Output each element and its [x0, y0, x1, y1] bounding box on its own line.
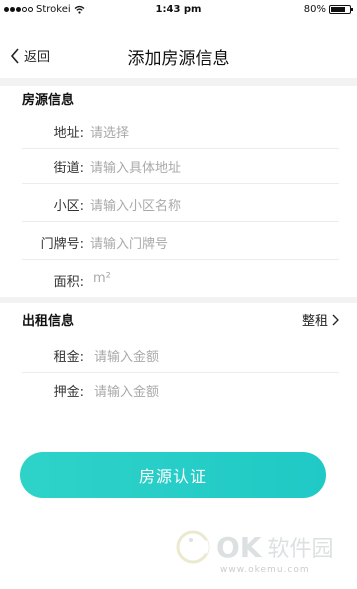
section-divider — [0, 78, 357, 86]
community-row[interactable]: 小区: 请输入小区名称 — [0, 184, 357, 222]
rent-type-value: 整租 — [301, 314, 328, 329]
rent-section-title: 出租信息 — [22, 314, 75, 329]
street-input[interactable]: 请输入具体地址 — [90, 157, 181, 176]
door-number-input[interactable]: 请输入门牌号 — [90, 233, 168, 252]
rent-label: 租金: — [53, 350, 84, 365]
battery-status: 80% — [303, 4, 353, 15]
watermark-name: 软件园 — [267, 537, 334, 562]
watermark-brand: OK — [216, 530, 262, 564]
watermark: OK 软件园 — [176, 530, 334, 564]
address-row[interactable]: 地址: 请选择 — [0, 111, 357, 149]
address-field[interactable]: 请选择 — [90, 122, 129, 141]
rent-input[interactable]: 请输入金额 — [94, 346, 159, 365]
deposit-label: 押金: — [53, 385, 84, 400]
area-input[interactable]: m² — [93, 271, 111, 286]
verify-listing-label: 房源认证 — [138, 467, 207, 486]
nav-bar: 返回 添加房源信息 — [0, 36, 357, 76]
section-divider — [0, 297, 357, 303]
verify-listing-button[interactable]: 房源认证 — [20, 452, 326, 498]
address-label: 地址: — [53, 126, 84, 141]
door-number-label: 门牌号: — [40, 237, 84, 252]
battery-text: 80% — [303, 4, 326, 15]
watermark-logo-icon — [176, 530, 210, 564]
rent-type-selector[interactable]: 整租 — [302, 310, 339, 329]
area-row[interactable]: 面积: m² — [0, 260, 357, 298]
community-input[interactable]: 请输入小区名称 — [90, 195, 181, 214]
page-title: 添加房源信息 — [127, 49, 230, 69]
battery-icon — [329, 5, 353, 14]
chevron-right-icon — [332, 314, 339, 325]
rent-amount-row[interactable]: 租金: 请输入金额 — [0, 335, 357, 373]
status-bar: Strokei 1:43 pm 80% — [0, 0, 357, 20]
community-label: 小区: — [53, 199, 84, 214]
door-number-row[interactable]: 门牌号: 请输入门牌号 — [0, 222, 357, 260]
deposit-input[interactable]: 请输入金额 — [94, 381, 159, 400]
deposit-row[interactable]: 押金: 请输入金额 — [0, 370, 357, 408]
area-label: 面积: — [53, 275, 84, 290]
street-label: 街道: — [53, 161, 84, 176]
watermark-url: www.okemu.com — [220, 565, 310, 575]
house-section-title: 房源信息 — [22, 93, 75, 108]
street-row[interactable]: 街道: 请输入具体地址 — [0, 146, 357, 184]
